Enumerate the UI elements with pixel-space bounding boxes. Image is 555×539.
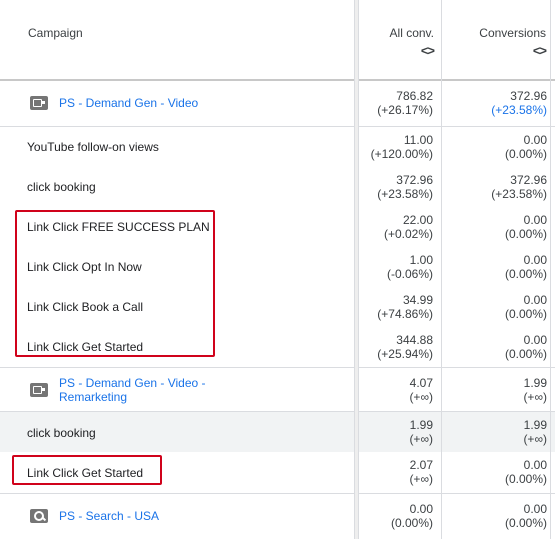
conversions-change: (0.00%) [504, 307, 547, 321]
conversions-value: 0.00 [523, 333, 547, 347]
all-conv-change: (+23.58%) [377, 187, 433, 201]
conversions-value: 0.00 [523, 458, 547, 472]
all-conv-cell: 1.00 (-0.06%) [387, 253, 433, 281]
conversions-cell: 0.00 (0.00%) [505, 502, 547, 530]
all-conv-cell: 2.07 (+∞) [409, 458, 433, 486]
search-campaign-icon [30, 509, 48, 523]
all-conv-cell: 344.88 (+25.94%) [377, 333, 433, 361]
conversions-change: (0.00%) [504, 516, 547, 530]
conversions-value: 0.00 [523, 502, 547, 516]
conversions-change: (0.00%) [504, 147, 547, 161]
sort-arrows-icon[interactable]: <> [362, 44, 435, 58]
conversions-value: 0.00 [523, 213, 547, 227]
conversions-change: (0.00%) [504, 227, 547, 241]
conversions-change: (+23.58%) [491, 187, 547, 201]
conversions-value: 372.96 [510, 89, 547, 103]
highlight-box-link-clicks [15, 210, 215, 357]
all-conv-value: 786.82 [396, 89, 433, 103]
conversions-change: (0.00%) [504, 472, 547, 486]
table-row: PS - Demand Gen - Video - Remarketing 4.… [0, 368, 555, 412]
all-conv-value: 2.07 [409, 458, 433, 472]
all-conv-change: (+0.02%) [383, 227, 433, 241]
all-conv-value: 11.00 [403, 133, 433, 147]
all-conv-change: (+26.17%) [377, 103, 433, 117]
conversions-value: 1.99 [523, 376, 547, 390]
all-conv-change: (+74.86%) [377, 307, 433, 321]
conversions-cell: 1.99 (+∞) [523, 376, 547, 404]
conversion-action-name: YouTube follow-on views [27, 140, 159, 154]
all-conv-cell: 1.99 (+∞) [409, 418, 433, 446]
table-row: YouTube follow-on views 11.00 (+120.00%) … [0, 127, 555, 167]
all-conv-cell: 34.99 (+74.86%) [377, 293, 433, 321]
conversions-cell: 0.00 (0.00%) [505, 293, 547, 321]
all-conv-label: All conv. [389, 26, 434, 40]
campaign-name-link[interactable]: PS - Search - USA [59, 509, 159, 523]
conversions-value: 0.00 [523, 133, 547, 147]
conversions-value: 0.00 [523, 293, 547, 307]
video-campaign-icon [30, 96, 48, 110]
all-conv-value: 4.07 [409, 376, 433, 390]
conversion-action-name: click booking [27, 180, 96, 194]
column-divider-all-conv[interactable] [441, 0, 442, 539]
conversions-change: (+23.58%) [491, 103, 547, 117]
all-conv-change: (+∞) [409, 472, 433, 486]
table-row: click booking 372.96 (+23.58%) 372.96 (+23… [0, 167, 555, 207]
all-conv-cell: 0.00 (0.00%) [391, 502, 433, 530]
conversions-value: 0.00 [523, 253, 547, 267]
table-row: click booking 1.99 (+∞) 1.99 (+∞) [0, 412, 555, 452]
all-conv-value: 344.88 [396, 333, 433, 347]
campaign-name-link[interactable]: PS - Demand Gen - Video [59, 96, 198, 110]
all-conv-change: (+25.94%) [377, 347, 433, 361]
campaign-name-line2: Remarketing [59, 390, 128, 404]
all-conv-value: 0.00 [409, 502, 433, 516]
all-conv-cell: 11.00 (+120.00%) [371, 133, 433, 161]
video-campaign-icon [30, 383, 48, 397]
conversions-cell: 0.00 (0.00%) [505, 333, 547, 361]
conversions-label: Conversions [479, 26, 546, 40]
conversions-cell: 372.96 (+23.58%) [491, 173, 547, 201]
conversions-value: 372.96 [510, 173, 547, 187]
conversions-change: (0.00%) [504, 267, 547, 281]
table-header: Campaign All conv. <> Conversions <> [0, 0, 555, 81]
all-conv-value: 1.99 [409, 418, 433, 432]
column-divider-conversions[interactable] [550, 0, 551, 539]
conversions-cell: 0.00 (0.00%) [505, 133, 547, 161]
all-conv-cell: 4.07 (+∞) [409, 376, 433, 404]
conversions-cell: 0.00 (0.00%) [505, 458, 547, 486]
sort-arrows-icon[interactable]: <> [448, 44, 547, 58]
all-conv-change: (+∞) [409, 432, 433, 446]
campaign-name-line1: PS - Demand Gen - Video - [59, 376, 206, 390]
table-row: PS - Demand Gen - Video 786.82 (+26.17%) … [0, 81, 555, 127]
column-header-all-conv[interactable]: All conv. <> [362, 0, 435, 79]
conversions-cell: 0.00 (0.00%) [505, 253, 547, 281]
all-conv-change: (-0.06%) [386, 267, 433, 281]
campaign-conversions-table: Campaign All conv. <> Conversions <> PS … [0, 0, 555, 539]
conversions-cell: 1.99 (+∞) [523, 418, 547, 446]
conversion-action-name: click booking [27, 426, 96, 440]
all-conv-cell: 786.82 (+26.17%) [377, 89, 433, 117]
all-conv-value: 34.99 [402, 293, 433, 307]
table-row: PS - Search - USA 0.00 (0.00%) 0.00 (0.00%… [0, 494, 555, 539]
column-header-conversions[interactable]: Conversions <> [448, 0, 547, 79]
column-divider-campaign[interactable] [354, 0, 359, 539]
all-conv-cell: 372.96 (+23.58%) [377, 173, 433, 201]
conversions-value: 1.99 [523, 418, 547, 432]
all-conv-value: 1.00 [409, 253, 433, 267]
all-conv-value: 372.96 [396, 173, 433, 187]
conversions-cell: 0.00 (0.00%) [505, 213, 547, 241]
all-conv-change: (+∞) [409, 390, 433, 404]
conversions-change: (+∞) [523, 432, 547, 446]
conversions-change: (+∞) [523, 390, 547, 404]
all-conv-value: 22.00 [402, 213, 433, 227]
conversions-cell: 372.96 (+23.58%) [491, 89, 547, 117]
conversions-change: (0.00%) [504, 347, 547, 361]
all-conv-change: (0.00%) [390, 516, 433, 530]
all-conv-cell: 22.00 (+0.02%) [384, 213, 433, 241]
all-conv-change: (+120.00%) [370, 147, 433, 161]
campaign-name-link[interactable]: PS - Demand Gen - Video - Remarketing [59, 376, 206, 404]
highlight-box-get-started [12, 455, 162, 485]
